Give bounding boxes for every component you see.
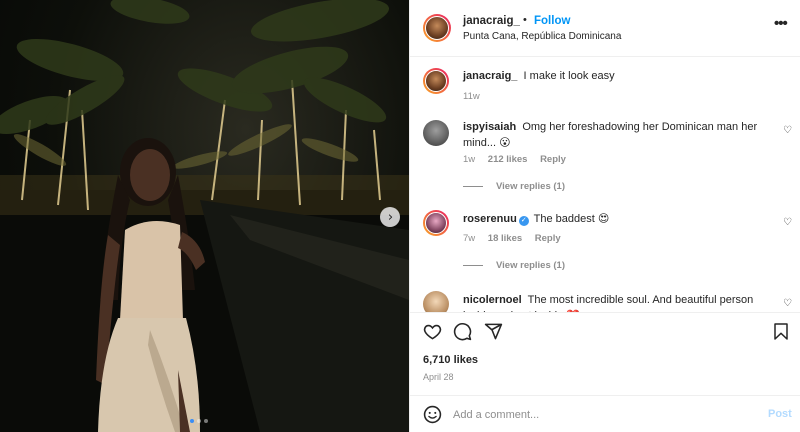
post-comment-button[interactable]: Post	[768, 408, 792, 420]
comment-username[interactable]: janacraig_	[463, 70, 517, 82]
view-replies-label: View replies (1)	[496, 181, 565, 192]
caption-avatar[interactable]	[423, 68, 449, 94]
view-replies-button[interactable]: View replies (1)	[463, 181, 565, 192]
separator-dot: •	[523, 14, 527, 26]
comment-text: roserenuu ✓ The baddest 😍	[463, 211, 763, 227]
comment-text: nicolernoel The most incredible soul. An…	[463, 292, 763, 312]
view-replies-label: View replies (1)	[496, 260, 565, 271]
comment-text: ispyisaiah Omg her foreshadowing her Dom…	[463, 119, 763, 151]
comment-time[interactable]: 1w	[463, 154, 475, 165]
next-image-button[interactable]: ›	[380, 207, 400, 227]
post-date[interactable]: April 28	[423, 372, 454, 382]
likes-count[interactable]: 6,710 likes	[423, 354, 478, 366]
caption-meta: 11w	[463, 91, 490, 102]
carousel-indicator	[190, 419, 208, 423]
post-actions	[410, 312, 800, 352]
caption-text: janacraig_ I make it look easy	[463, 68, 763, 84]
share-icon[interactable]	[484, 322, 503, 341]
reply-button[interactable]: Reply	[540, 154, 566, 165]
comment-username[interactable]: ispyisaiah	[463, 121, 516, 133]
replies-line	[463, 264, 483, 266]
author-avatar[interactable]	[423, 14, 451, 42]
comment-like-icon[interactable]: ♡	[783, 125, 792, 136]
emoji-icon[interactable]	[423, 405, 442, 424]
comment-composer: Post	[410, 395, 800, 432]
carousel-dot	[204, 419, 208, 423]
comment-body: The baddest 😍	[533, 213, 610, 225]
comment-avatar[interactable]	[423, 291, 449, 312]
reply-button[interactable]: Reply	[535, 233, 561, 244]
comment-time[interactable]: 11w	[463, 91, 480, 102]
comment-username[interactable]: nicolernoel	[463, 294, 522, 306]
next-image-icon: ›	[387, 209, 394, 225]
comment-time[interactable]: 7w	[463, 233, 475, 244]
carousel-dot	[197, 419, 201, 423]
replies-line	[463, 185, 483, 187]
view-replies-button[interactable]: View replies (1)	[463, 260, 565, 271]
follow-button[interactable]: Follow	[534, 15, 570, 27]
comment-avatar[interactable]	[423, 210, 449, 236]
comment-avatar[interactable]	[423, 120, 449, 146]
bookmark-icon[interactable]	[772, 322, 790, 341]
comment-likes[interactable]: 18 likes	[488, 233, 522, 244]
comment-likes[interactable]: 212 likes	[488, 154, 528, 165]
comment-meta: 7w 18 likes Reply	[463, 233, 571, 244]
verified-icon: ✓	[518, 216, 529, 226]
post-location[interactable]: Punta Cana, República Dominicana	[463, 31, 621, 42]
comment-like-icon[interactable]: ♡	[783, 298, 792, 309]
comment-like-icon[interactable]: ♡	[783, 217, 792, 228]
author-username[interactable]: janacraig_	[463, 15, 520, 27]
comment-icon[interactable]	[453, 322, 472, 341]
comment-meta: 1w 212 likes Reply	[463, 154, 576, 165]
comment-username[interactable]: roserenuu	[463, 213, 517, 225]
comment-input[interactable]	[453, 405, 753, 424]
night-palm-scene	[0, 0, 409, 432]
comment-body: I make it look easy	[523, 70, 615, 82]
post-header: janacraig_ • Follow Punta Cana, Repúblic…	[410, 0, 800, 57]
carousel-dot-active	[190, 419, 194, 423]
comments-list[interactable]: janacraig_ I make it look easy 11w ispyi…	[410, 58, 800, 312]
post-image[interactable]: ›	[0, 0, 409, 432]
heart-icon[interactable]	[423, 322, 442, 341]
post-details-panel: janacraig_ • Follow Punta Cana, Repúblic…	[409, 0, 800, 432]
more-icon[interactable]: •••	[774, 15, 788, 32]
